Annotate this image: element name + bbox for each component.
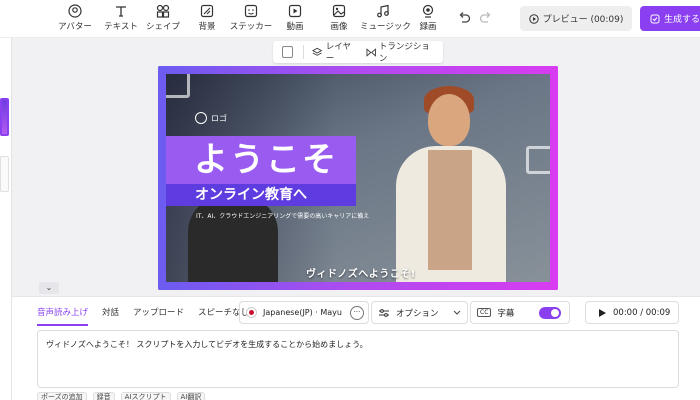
transition-label: トランジション — [378, 42, 430, 64]
record-icon — [422, 4, 434, 18]
scene-rail — [0, 38, 12, 400]
video-icon — [288, 4, 302, 18]
voice-tabs: 音声読み上げ 対話 アップロード スピーチなし — [37, 306, 249, 326]
tool-label: アバター — [58, 22, 92, 32]
layer-label: レイヤー — [325, 42, 351, 64]
tool-label: ステッカー — [229, 22, 273, 32]
tool-music[interactable]: ミュージック — [360, 4, 411, 32]
video-canvas[interactable]: ロゴ ようこそ オンライン教育へ IT、AI、クラウドエンジニアリングで需要の高… — [158, 66, 558, 290]
tool-background[interactable]: 背景 — [184, 4, 230, 32]
preview-button[interactable]: プレビュー (00:09) — [520, 6, 632, 31]
add-scene-slot[interactable] — [0, 156, 9, 192]
tool-image[interactable]: 画像 — [316, 4, 362, 32]
tool-text[interactable]: テキスト — [98, 4, 144, 32]
script-tools: ポーズの追加 録音 AIスクリプト AI翻訳 — [37, 392, 206, 400]
layer-toolbar: レイヤー トランジション — [273, 40, 443, 64]
subtitle-toggle[interactable] — [539, 306, 561, 319]
option-label: オプション — [396, 308, 439, 319]
text-icon — [116, 6, 126, 17]
sticker-icon — [244, 4, 258, 18]
generate-button[interactable]: 生成する — [640, 6, 700, 31]
japan-flag-icon — [246, 307, 257, 318]
ai-script-button[interactable]: AIスクリプト — [120, 392, 171, 400]
play-icon[interactable] — [598, 308, 607, 318]
subtitle-toggle-box: CC 字幕 — [470, 301, 570, 324]
logo[interactable]: ロゴ — [195, 112, 227, 124]
shape-icon — [156, 4, 170, 18]
music-icon — [377, 4, 389, 18]
sliders-icon — [379, 308, 389, 317]
tool-label: 背景 — [198, 22, 216, 32]
playback-control[interactable]: 00:00 / 00:09 — [585, 301, 679, 324]
transition-icon — [366, 47, 376, 57]
undo-icon[interactable] — [456, 10, 472, 26]
tool-avatar[interactable]: アバター — [52, 4, 98, 32]
tool-label: テキスト — [104, 22, 138, 32]
scene-thumbnail[interactable] — [0, 98, 9, 136]
tool-sticker[interactable]: ステッカー — [228, 4, 274, 32]
playback-time: 00:00 / 00:09 — [613, 307, 671, 318]
tool-record[interactable]: 録画 — [405, 4, 451, 32]
preview-label: プレビュー (00:09) — [542, 15, 624, 25]
layers-icon — [312, 47, 323, 56]
more-icon[interactable]: ··· — [350, 305, 364, 320]
generate-icon — [650, 14, 660, 23]
voice-label: Japanese(JP) · Mayu — [263, 308, 342, 317]
add-pause-button[interactable]: ポーズの追加 — [37, 392, 87, 400]
logo-icon — [195, 112, 207, 124]
script-textarea[interactable]: ヴィドノズへようこそ！ スクリプトを入力してビデオを生成することから始めましょう… — [37, 330, 679, 388]
generate-label: 生成する — [664, 15, 700, 25]
logo-label: ロゴ — [211, 113, 227, 123]
cc-icon: CC — [477, 308, 492, 317]
tool-label: ミュージック — [360, 22, 411, 32]
collapse-button[interactable]: ⌄ — [39, 282, 59, 294]
color-swatch[interactable] — [282, 46, 294, 58]
tab-upload[interactable]: アップロード — [133, 306, 184, 326]
avatar-icon — [68, 4, 82, 18]
transition-button[interactable]: トランジション — [366, 40, 435, 64]
play-circle-icon — [528, 13, 539, 24]
divider — [303, 45, 305, 59]
chevron-down-icon: ⌄ — [45, 283, 53, 292]
ai-translate-button[interactable]: AI翻訳 — [176, 392, 206, 400]
tab-tts[interactable]: 音声読み上げ — [37, 306, 89, 326]
option-select[interactable]: オプション — [371, 301, 468, 324]
layer-button[interactable]: レイヤー — [312, 40, 357, 64]
tab-dialogue[interactable]: 対話 — [102, 306, 119, 326]
tool-label: 画像 — [330, 22, 348, 32]
top-toolbar: アバター テキスト シェイプ 背景 ステッカー 動画 画像 ミュージック 録画 … — [0, 0, 700, 38]
redo-icon[interactable] — [478, 10, 494, 26]
video-caption[interactable]: ヴィドノズへようこそ! — [306, 265, 416, 280]
image-icon — [332, 4, 346, 18]
video-subtitle[interactable]: オンライン教育へ — [195, 184, 307, 206]
video-description[interactable]: IT、AI、クラウドエンジニアリングで需要の高いキャリアに備え — [196, 212, 376, 221]
tool-label: 動画 — [286, 22, 304, 32]
video-title[interactable]: ようこそ — [194, 136, 338, 184]
tool-label: 録画 — [419, 22, 437, 32]
script-text: ヴィドノズへようこそ！ スクリプトを入力してビデオを生成することから始めましょう… — [46, 340, 368, 349]
record-button[interactable]: 録音 — [92, 392, 115, 400]
tool-video[interactable]: 動画 — [272, 4, 318, 32]
subtitle-label: 字幕 — [497, 308, 515, 319]
voice-select[interactable]: Japanese(JP) · Mayu ··· — [239, 301, 369, 324]
tool-shape[interactable]: シェイプ — [140, 4, 186, 32]
tool-label: シェイプ — [145, 22, 180, 32]
chevron-down-icon — [453, 310, 461, 315]
background-icon — [200, 4, 214, 18]
